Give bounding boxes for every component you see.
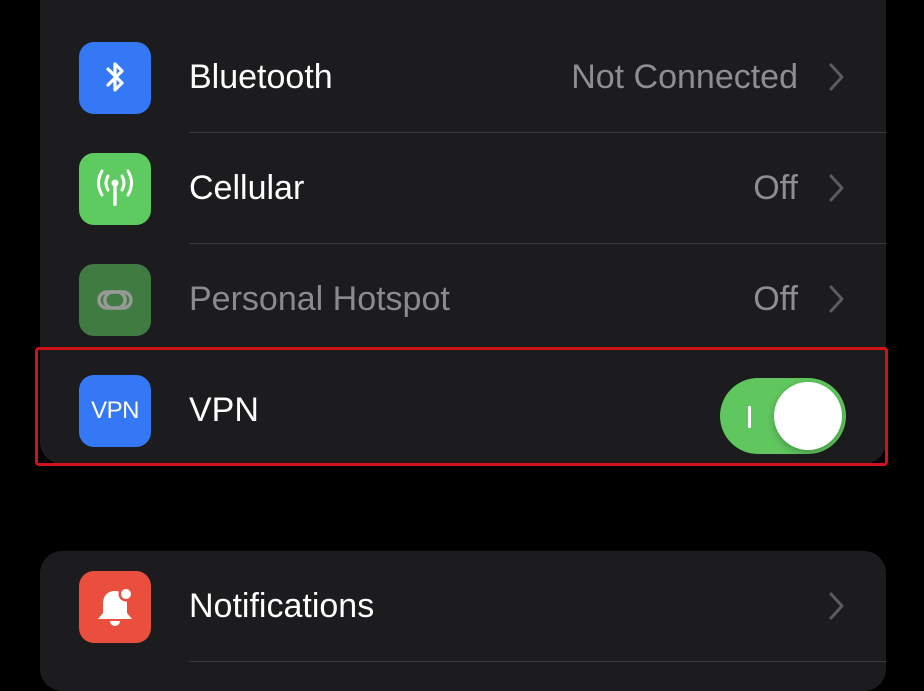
vpn-toggle[interactable] <box>720 378 846 454</box>
toggle-knob <box>774 382 842 450</box>
notifications-label: Notifications <box>189 587 375 625</box>
chevron-right-icon <box>829 285 844 313</box>
notifications-row[interactable]: Notifications <box>40 551 886 662</box>
vpn-icon-text: VPN <box>91 397 139 424</box>
bluetooth-label: Bluetooth <box>189 58 333 96</box>
vpn-row: VPN VPN <box>40 355 886 464</box>
chevron-right-icon <box>829 63 844 91</box>
connectivity-settings-group: Bluetooth Not Connected Cellular Off Per… <box>40 0 886 464</box>
chevron-right-icon <box>829 592 844 620</box>
bell-icon <box>79 571 151 643</box>
cellular-row[interactable]: Cellular Off <box>40 133 886 244</box>
toggle-on-indicator <box>748 406 751 428</box>
chevron-right-icon <box>829 174 844 202</box>
personal-hotspot-status: Off <box>753 280 798 318</box>
personal-hotspot-label: Personal Hotspot <box>189 280 450 318</box>
cellular-status: Off <box>753 169 798 207</box>
notifications-settings-group: Notifications <box>40 551 886 691</box>
row-separator <box>189 661 886 662</box>
antenna-icon <box>79 153 151 225</box>
vpn-icon: VPN <box>79 375 151 447</box>
link-chain-icon <box>79 264 151 336</box>
cellular-label: Cellular <box>189 169 305 207</box>
vpn-label: VPN <box>189 391 259 429</box>
bluetooth-status: Not Connected <box>571 58 798 96</box>
bluetooth-row[interactable]: Bluetooth Not Connected <box>40 22 886 133</box>
personal-hotspot-row[interactable]: Personal Hotspot Off <box>40 244 886 355</box>
bluetooth-icon <box>79 42 151 114</box>
